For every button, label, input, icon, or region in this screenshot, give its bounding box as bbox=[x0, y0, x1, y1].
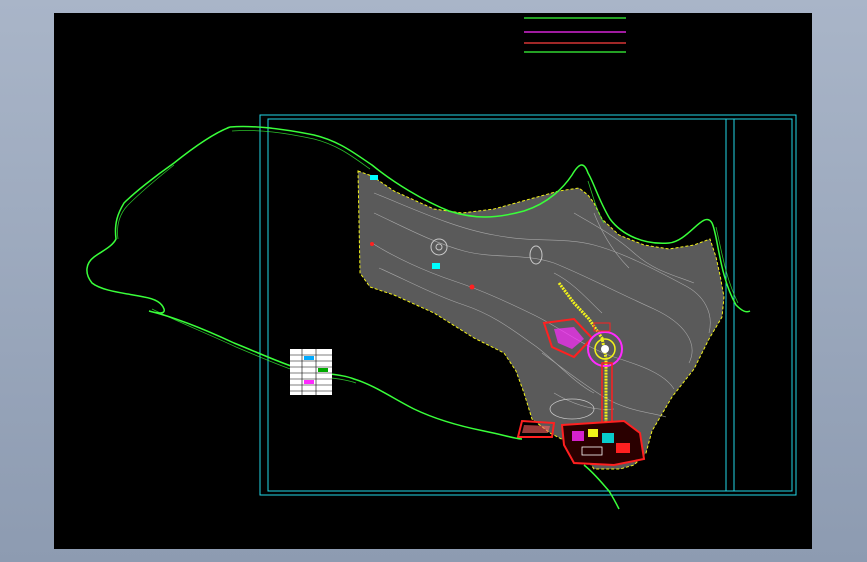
data-table-block bbox=[290, 349, 332, 395]
cad-drawing-canvas[interactable] bbox=[54, 13, 812, 549]
legend bbox=[524, 17, 626, 53]
site-area bbox=[357, 170, 725, 470]
building-cluster-lower bbox=[516, 419, 646, 467]
